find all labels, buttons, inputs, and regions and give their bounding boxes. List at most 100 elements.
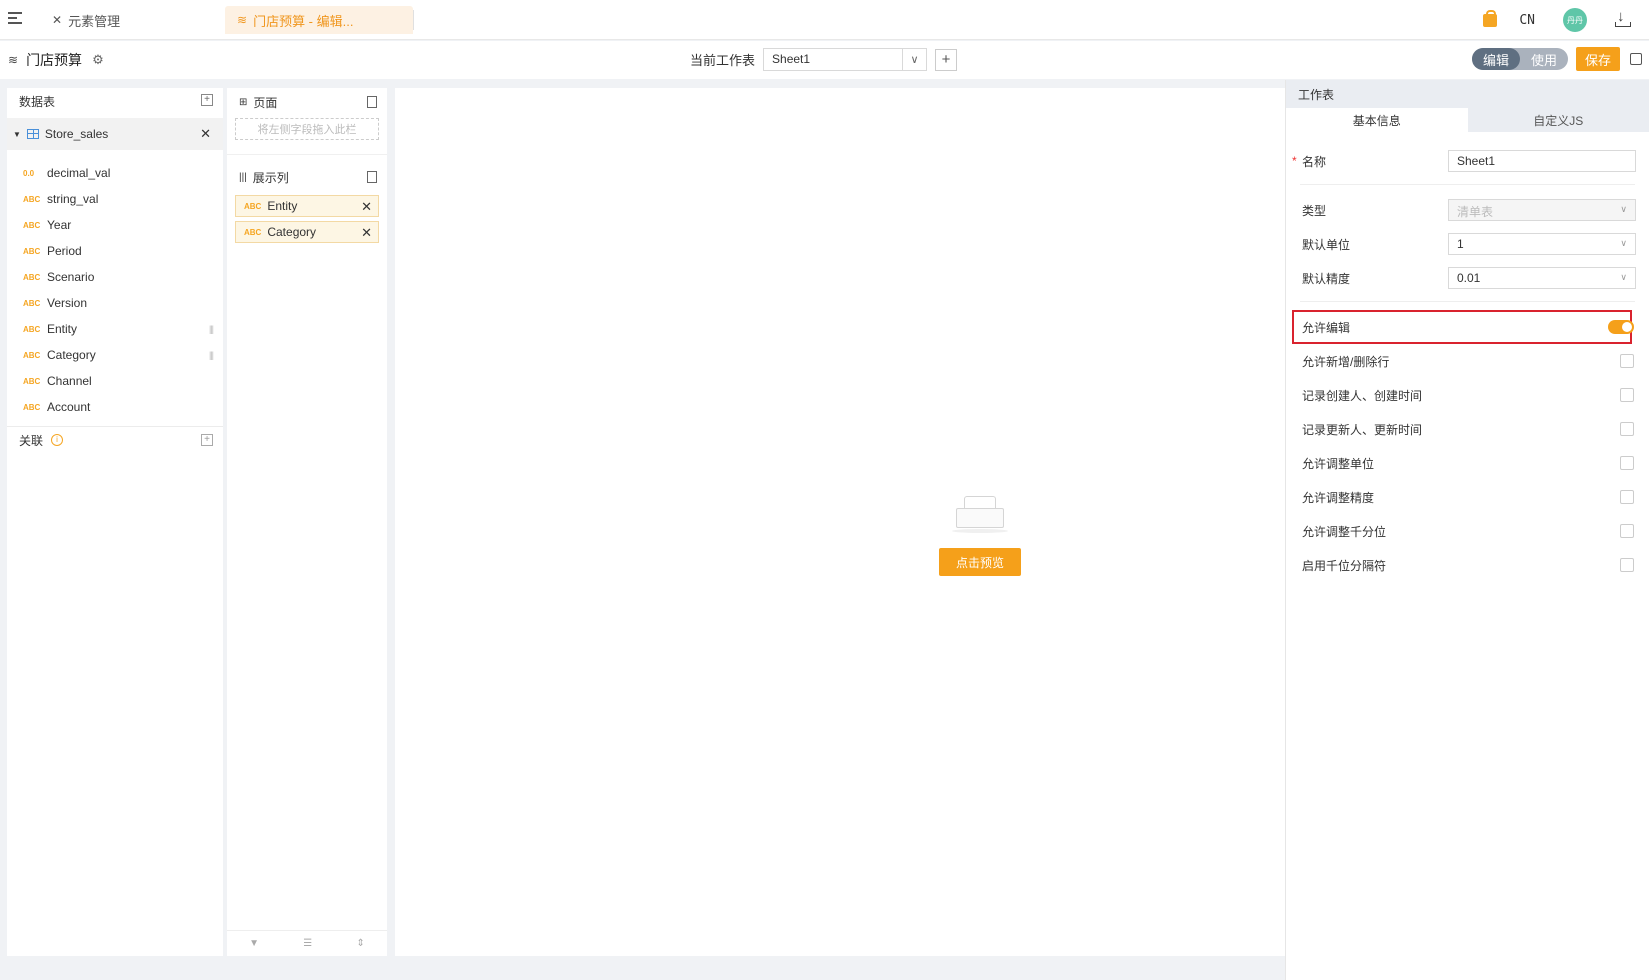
field-item[interactable]: ABC Entity ||| xyxy=(7,316,223,342)
field-type: 0.0 xyxy=(23,168,35,178)
option-checkbox[interactable] xyxy=(1620,456,1634,470)
precision-row: 默认精度 0.01 ∨ xyxy=(1286,261,1649,295)
option-checkbox[interactable] xyxy=(1620,524,1634,538)
preview-canvas: 点击预览 xyxy=(395,88,1285,956)
precision-value: 0.01 xyxy=(1457,271,1481,285)
menu-icon[interactable] xyxy=(8,12,22,26)
option-label: 记录更新人、更新时间 xyxy=(1302,422,1423,437)
precision-select[interactable]: 0.01 ∨ xyxy=(1448,267,1636,289)
page-drop-zone[interactable]: 将左侧字段拖入此栏 xyxy=(235,118,379,140)
table-icon xyxy=(26,129,39,139)
field-item[interactable]: ABC Scenario xyxy=(7,264,223,290)
field-type: ABC xyxy=(23,246,41,256)
option-checkbox[interactable] xyxy=(1620,388,1634,402)
field-item[interactable]: ABC Period xyxy=(7,238,223,264)
field-name: Account xyxy=(47,400,91,414)
field-type: ABC xyxy=(23,402,41,412)
field-type: ABC xyxy=(244,227,262,237)
document-icon[interactable] xyxy=(367,171,377,183)
field-type: ABC xyxy=(23,272,41,282)
chevron-down-icon: ∨ xyxy=(1620,204,1627,214)
page-section-title: 页面 xyxy=(253,95,278,110)
field-item[interactable]: ABC Channel xyxy=(7,368,223,394)
column-chip-category[interactable]: ABC Category ✕ xyxy=(235,221,379,243)
name-input[interactable]: Sheet1 xyxy=(1448,150,1636,172)
filter-icon[interactable]: ▼ xyxy=(249,938,259,949)
save-button[interactable]: 保存 xyxy=(1576,47,1620,71)
chevron-down-icon[interactable]: ∨ xyxy=(1620,238,1627,249)
field-type: ABC xyxy=(23,220,41,230)
column-used-icon: ||| xyxy=(208,350,214,360)
empty-tray-icon xyxy=(952,496,1008,533)
gear-icon[interactable]: ⚙ xyxy=(92,52,104,68)
option-row: 记录创建人、创建时间 xyxy=(1286,378,1649,412)
avatar[interactable]: 丹丹 xyxy=(1563,8,1587,32)
field-item[interactable]: ABC string_val xyxy=(7,186,223,212)
bag-icon[interactable] xyxy=(1483,9,1498,27)
properties-panel-icon[interactable] xyxy=(1630,53,1642,65)
field-type: ABC xyxy=(23,376,41,386)
table-store-sales[interactable]: ▼ Store_sales ✕ xyxy=(7,118,223,150)
sort-icon[interactable]: ⇕ xyxy=(356,938,364,949)
field-name: Channel xyxy=(47,374,92,388)
add-table-icon[interactable]: + xyxy=(201,94,213,106)
type-select: 清单表 ∨ xyxy=(1448,199,1636,221)
option-checkbox[interactable] xyxy=(1620,558,1634,572)
chevron-down-icon[interactable]: ∨ xyxy=(903,48,928,71)
tab-element-management[interactable]: ✕ 元素管理 xyxy=(40,6,132,34)
name-row: * 名称 Sheet1 xyxy=(1286,144,1649,178)
data-table-panel: 数据表 + ▼ Store_sales ✕ 0.0 decimal_val ABC… xyxy=(7,88,223,956)
option-row: 记录更新人、更新时间 xyxy=(1286,412,1649,446)
divider xyxy=(1300,301,1635,302)
allow-edit-row: 允许编辑 xyxy=(1286,310,1649,344)
option-row: 允许调整单位 xyxy=(1286,446,1649,480)
chevron-down-icon[interactable]: ∨ xyxy=(1620,272,1627,283)
add-sheet-button[interactable]: + xyxy=(935,48,958,71)
option-checkbox[interactable] xyxy=(1620,354,1634,368)
field-item[interactable]: ABC Version xyxy=(7,290,223,316)
editor-toolbar: ≋ 门店预算 ⚙ 当前工作表 Sheet1 ∨ + 编辑 使用 保存 xyxy=(0,41,1649,79)
caret-down-icon[interactable]: ▼ xyxy=(13,130,21,139)
close-icon[interactable]: ✕ xyxy=(361,225,372,241)
mode-edit[interactable]: 编辑 xyxy=(1472,48,1520,70)
add-relation-icon[interactable]: + xyxy=(201,434,213,446)
field-item[interactable]: 0.0 decimal_val xyxy=(7,160,223,186)
page-section-header: ⊞ 页面 xyxy=(227,88,387,116)
allow-edit-toggle[interactable] xyxy=(1608,320,1634,334)
relation-header: 关联 i + xyxy=(7,427,223,453)
option-label: 允许调整单位 xyxy=(1302,456,1375,471)
option-checkbox[interactable] xyxy=(1620,422,1634,436)
field-item[interactable]: ABC Year xyxy=(7,212,223,238)
unit-value: 1 xyxy=(1457,237,1464,251)
preview-button[interactable]: 点击预览 xyxy=(939,548,1021,576)
properties-title: 工作表 xyxy=(1286,80,1649,108)
column-chip-entity[interactable]: ABC Entity ✕ xyxy=(235,195,379,217)
tab-store-budget[interactable]: ≋ 门店预算 - 编辑... xyxy=(225,6,413,34)
list-icon[interactable]: ☰ xyxy=(303,938,312,949)
info-icon[interactable]: i xyxy=(51,434,64,446)
top-bar: ✕ 元素管理 ≋ 门店预算 - 编辑... CN 丹丹 xyxy=(0,0,1649,40)
tab-custom-js[interactable]: 自定义JS xyxy=(1468,108,1649,132)
tab-basic-info[interactable]: 基本信息 xyxy=(1286,108,1468,132)
mode-use[interactable]: 使用 xyxy=(1520,48,1568,70)
document-icon[interactable] xyxy=(367,96,377,108)
option-checkbox[interactable] xyxy=(1620,490,1634,504)
download-icon[interactable] xyxy=(1613,8,1633,30)
close-icon[interactable]: ✕ xyxy=(361,199,372,215)
option-label: 允许新增/删除行 xyxy=(1302,354,1390,369)
unit-select[interactable]: 1 ∨ xyxy=(1448,233,1636,255)
option-row: 允许调整精度 xyxy=(1286,480,1649,514)
mode-switch[interactable]: 编辑 使用 xyxy=(1472,48,1568,70)
option-label: 允许调整千分位 xyxy=(1302,524,1387,539)
column-name: Category xyxy=(267,225,317,239)
option-label: 记录创建人、创建时间 xyxy=(1302,388,1423,403)
field-name: Scenario xyxy=(47,270,95,284)
option-label: 允许调整精度 xyxy=(1302,490,1375,505)
required-mark: * xyxy=(1292,154,1297,168)
columns-section-header: ||| 展示列 xyxy=(227,163,387,191)
close-icon[interactable]: ✕ xyxy=(200,126,211,142)
field-item[interactable]: ABC Account xyxy=(7,394,223,420)
language-switch[interactable]: CN xyxy=(1519,13,1535,28)
field-item[interactable]: ABC Category ||| xyxy=(7,342,223,368)
sheet-select[interactable]: Sheet1 xyxy=(763,48,904,71)
